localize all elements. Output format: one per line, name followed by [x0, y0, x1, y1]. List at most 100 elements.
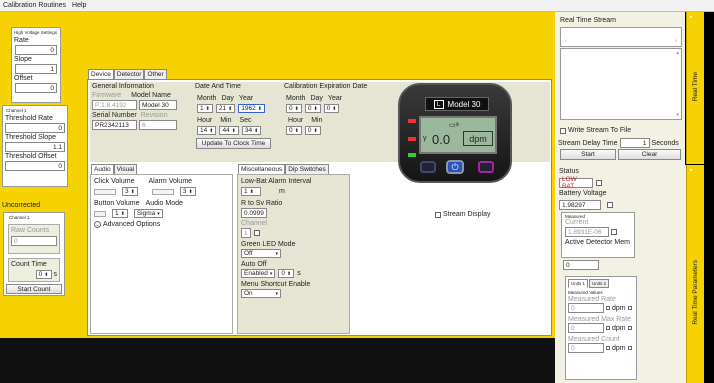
current-field: 1.8931E-06: [565, 227, 609, 237]
auto-off-label: Auto Off: [241, 261, 267, 268]
hv-settings-panel: High Voltage Settings Rate 0 Slope 1 Off…: [11, 27, 61, 103]
alarm-volume-spinner[interactable]: 3 ⬍: [179, 187, 196, 196]
stream-delay-label: Stream Delay Time: [558, 139, 618, 147]
serial-number-field[interactable]: PR2342113: [92, 120, 137, 130]
device-image: L Model 30 ▭ᵠ γ 0.0 dpm ⏻: [398, 83, 512, 183]
cal-month-label: Month: [286, 95, 306, 102]
minute-spinner[interactable]: 44 ⬍: [219, 126, 239, 135]
rate-input[interactable]: 0: [15, 45, 57, 55]
measured-group: Measured Current 1.8931E-06 Active Detec…: [561, 212, 635, 258]
threshold-rate-input[interactable]: 0: [5, 123, 65, 133]
date-time-group: Date And Time Month Day Year 1 ⬍ 21 ⬍ 1962…: [193, 83, 273, 157]
rate-label: Rate: [14, 37, 29, 44]
count-time-unit: s: [53, 271, 58, 278]
stream-header-box: ‹ ›: [560, 27, 682, 47]
real-time-side-tab[interactable]: ▸ Real Time: [686, 12, 704, 164]
menu-shortcut-select[interactable]: On ▾: [241, 289, 281, 298]
low-bat-spinner[interactable]: 1 ⬍: [241, 187, 261, 196]
battery-voltage-field: 1.98297: [559, 200, 601, 210]
measured-count-unit: dpm: [612, 344, 626, 352]
scroll-left-icon[interactable]: ‹: [565, 38, 567, 44]
hour-spinner[interactable]: 14 ⬍: [197, 126, 217, 135]
write-stream-checkbox[interactable]: [560, 127, 566, 134]
threshold-slope-input[interactable]: 1.1: [5, 142, 65, 152]
sec-label: Sec: [239, 117, 252, 124]
general-info-group: General Information Firmware Model Name …: [92, 83, 189, 155]
green-led-label: Green LED Mode: [241, 241, 296, 248]
stream-display-checkbox[interactable]: [435, 211, 441, 218]
measured-values-title: Measured Values: [568, 290, 603, 295]
button-volume-slider[interactable]: [94, 210, 106, 217]
hour-label: Hour: [197, 117, 213, 124]
side-tab-arrow-icon: ▸: [690, 14, 693, 20]
device-power-button[interactable]: ⏻: [446, 160, 464, 174]
stream-delay-input[interactable]: 1: [619, 138, 650, 148]
click-volume-spinner[interactable]: 3 ⬍: [122, 187, 138, 196]
start-count-button[interactable]: Start Count: [6, 284, 62, 294]
red-led-2: [408, 137, 416, 141]
firmware-field: P:1.8.4192: [92, 100, 137, 110]
auto-off-spinner[interactable]: 0 ⬍: [278, 269, 295, 278]
cal-day-label: Day: [310, 95, 323, 102]
stream-clear-button[interactable]: Clear: [618, 149, 681, 160]
day-spinner[interactable]: 21 ⬍: [215, 104, 236, 113]
click-volume-slider[interactable]: [94, 188, 116, 195]
menu-calibration-routines[interactable]: Calibration Routines: [3, 2, 66, 9]
r-to-sv-input[interactable]: 0.0999: [241, 208, 267, 218]
measured-max-rate-field: 0: [568, 323, 604, 333]
tab-units-2[interactable]: Units 2: [589, 279, 610, 288]
cal-month-spinner[interactable]: 0 ⬍: [286, 104, 302, 113]
slope-input[interactable]: 1: [15, 64, 57, 74]
lcd-unit: dpm: [463, 131, 493, 146]
expand-icon: ⌄: [94, 221, 101, 228]
write-stream-option[interactable]: Write Stream To File: [560, 127, 631, 134]
green-led-select[interactable]: Off ▾: [241, 249, 281, 258]
max-unit-checkbox: [627, 326, 632, 330]
current-label: Current: [565, 219, 589, 226]
button-volume-spinner[interactable]: 1 ⬍: [112, 209, 128, 218]
cal-hour-spinner[interactable]: 0 ⬍: [286, 126, 302, 135]
stream-start-button[interactable]: Start: [560, 149, 616, 160]
stream-display-label: Stream Display: [443, 211, 491, 218]
count-checkbox: [606, 346, 610, 350]
measured-max-rate-label: Measured Max Rate: [568, 316, 632, 323]
auto-off-select[interactable]: Enabled ▾: [241, 269, 276, 278]
status-panel: Status LOW BAT Battery Voltage 1.98297 M…: [555, 165, 686, 383]
right-edge: [704, 12, 714, 383]
cal-min-spinner[interactable]: 0 ⬍: [304, 126, 321, 135]
green-led: [408, 153, 416, 157]
count-time-spinner[interactable]: 0 ⬍: [35, 270, 52, 279]
cal-day-spinner[interactable]: 0 ⬍: [304, 104, 321, 113]
scroll-down-icon[interactable]: ▾: [676, 112, 679, 118]
year-spinner[interactable]: 1962 ⬍: [238, 104, 265, 113]
channel-checkbox[interactable]: [254, 230, 260, 236]
menu-bar: Calibration Routines Help: [0, 0, 714, 12]
offset-input[interactable]: 0: [15, 83, 57, 93]
device-right-button[interactable]: [478, 161, 494, 173]
audio-mode-label: Audio Mode: [145, 200, 183, 207]
month-spinner[interactable]: 1 ⬍: [197, 104, 213, 113]
model-name-field[interactable]: Model 30: [139, 100, 177, 110]
measured-rate-label: Measured Rate: [568, 296, 616, 303]
stream-display-option[interactable]: Stream Display: [435, 211, 490, 218]
update-clock-button[interactable]: Update To Clock Time: [196, 138, 271, 149]
threshold-offset-input[interactable]: 0: [5, 161, 65, 171]
device-left-button[interactable]: [420, 161, 436, 173]
raw-counts-label: Raw Counts: [11, 227, 50, 234]
slope-label: Slope: [14, 56, 32, 63]
real-time-parameters-side-tab[interactable]: ▸ Real Time Parameters: [686, 165, 704, 383]
second-spinner[interactable]: 34 ⬍: [241, 126, 262, 135]
scroll-right-icon[interactable]: ›: [675, 38, 677, 44]
real-time-tab-label: Real Time: [692, 72, 699, 102]
advanced-options-toggle[interactable]: ⌄ Advanced Options: [91, 220, 232, 229]
scroll-up-icon[interactable]: ▴: [676, 50, 679, 56]
alarm-volume-slider[interactable]: [151, 188, 174, 195]
real-time-parameters-tab-label: Real Time Parameters: [692, 260, 699, 325]
menu-help[interactable]: Help: [72, 2, 86, 9]
tab-units-1[interactable]: Units 1: [568, 279, 589, 288]
real-time-stream-title: Real Time Stream: [560, 17, 617, 24]
audio-mode-select[interactable]: Sigma ▾: [133, 209, 163, 218]
measured-count-label: Measured Count: [568, 336, 620, 343]
stream-text-area[interactable]: ▴ ▾: [560, 48, 682, 120]
cal-year-spinner[interactable]: 0 ⬍: [323, 104, 340, 113]
